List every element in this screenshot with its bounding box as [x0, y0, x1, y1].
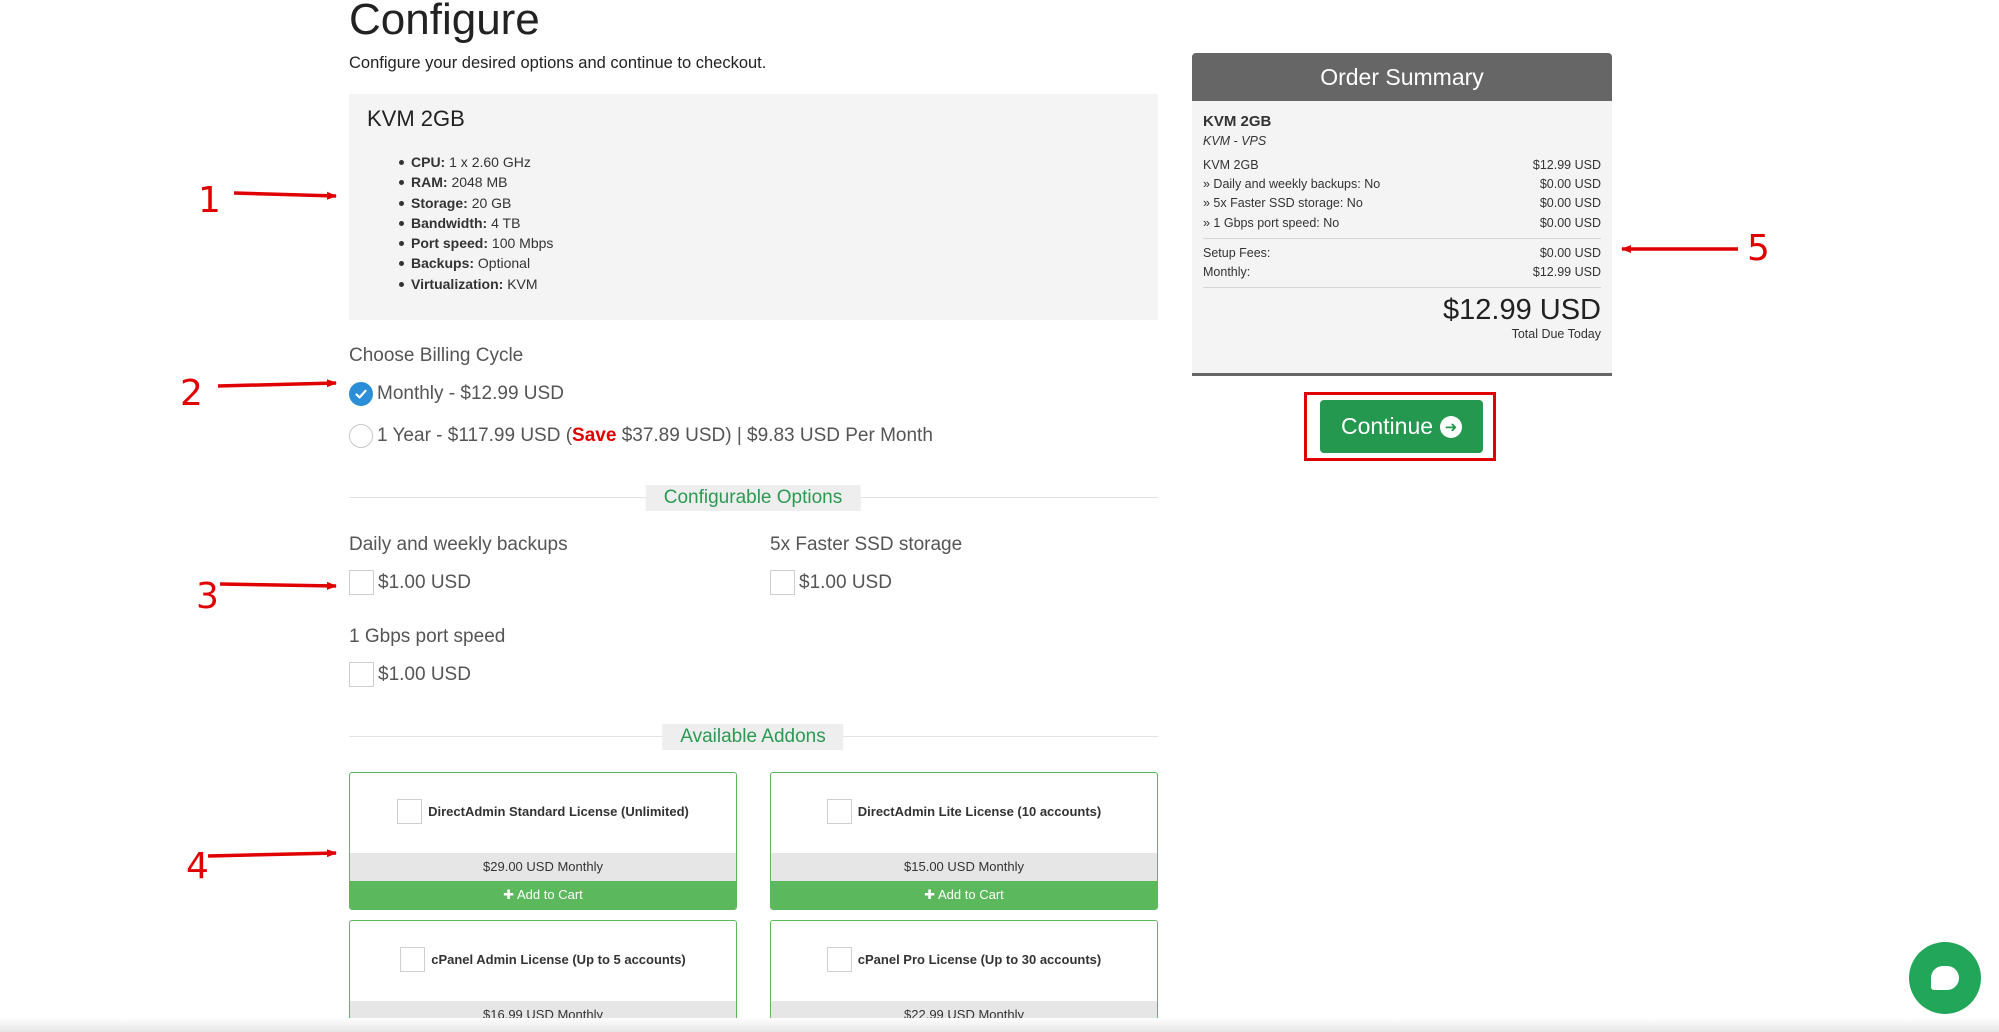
annotation-arrow: [219, 581, 337, 590]
annotation-arrow: [207, 849, 337, 858]
chat-icon: [1931, 966, 1959, 990]
annotation-arrows: [207, 191, 1738, 858]
page-bottom-shadow: [0, 1018, 1999, 1032]
chat-button[interactable]: [1909, 942, 1981, 1014]
annotation-arrow: [217, 379, 337, 388]
annotation-arrow: [233, 191, 337, 200]
